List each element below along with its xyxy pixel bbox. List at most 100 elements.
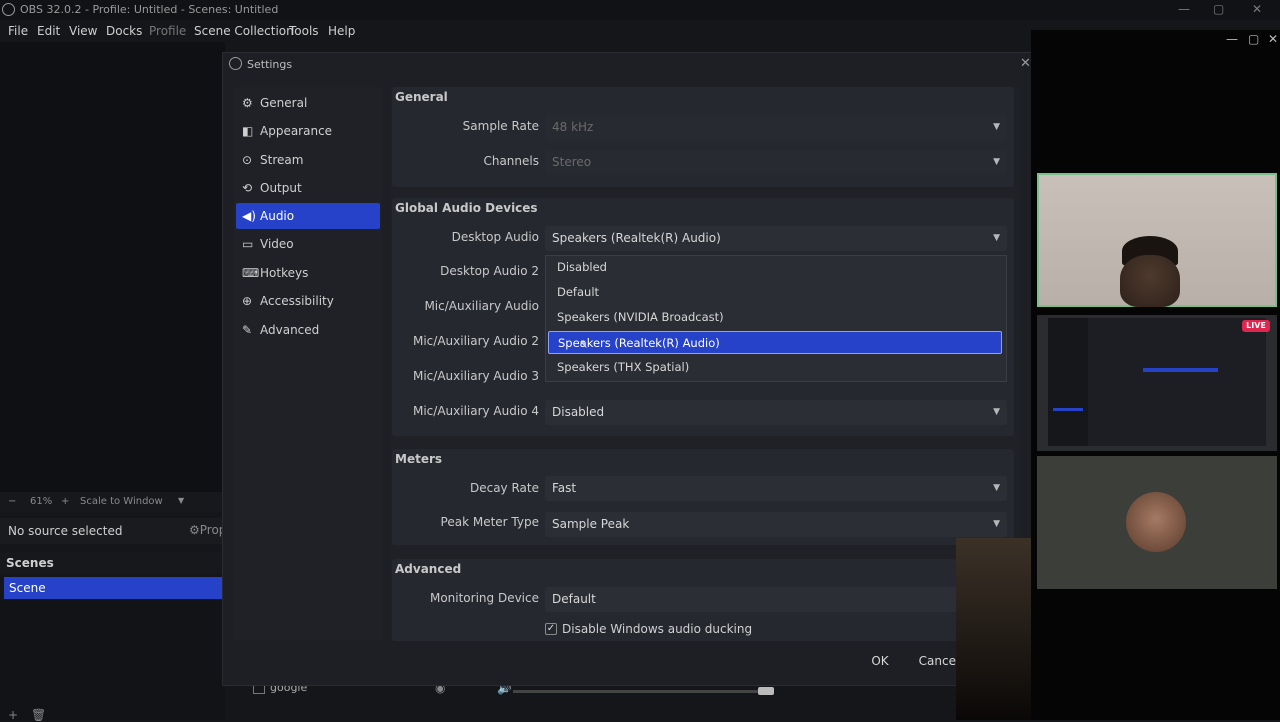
accessibility-icon: ⊕ [242, 294, 253, 308]
sample-rate-label: Sample Rate [462, 119, 539, 133]
maximize-icon[interactable]: ▢ [1248, 32, 1259, 46]
monitoring-device-label: Monitoring Device [429, 591, 539, 605]
desktop-audio-label: Desktop Audio [451, 230, 539, 244]
chevron-down-icon: ▼ [993, 519, 1000, 529]
appearance-icon: ◧ [242, 124, 254, 138]
close-icon[interactable]: ✕ [1268, 32, 1278, 46]
nav-label: Stream [260, 153, 304, 167]
scale-mode-select[interactable]: Scale to Window [80, 496, 163, 507]
menu-docks[interactable]: Docks [106, 24, 142, 38]
monitoring-device-select[interactable]: Default [545, 587, 957, 612]
nav-hotkeys[interactable]: ⌨ Hotkeys [236, 260, 380, 286]
chevron-down-icon: ▼ [993, 157, 1000, 167]
volume-slider[interactable] [513, 690, 773, 693]
volume-slider-handle[interactable] [758, 687, 774, 695]
menu-view[interactable]: View [69, 24, 97, 38]
zoom-out-button[interactable]: − [8, 496, 16, 507]
nav-video[interactable]: ▭ Video [236, 231, 380, 257]
nav-label: General [260, 96, 308, 110]
close-icon[interactable]: ✕ [1252, 2, 1262, 16]
decay-rate-label: Decay Rate [469, 481, 539, 495]
zoom-in-button[interactable]: + [61, 496, 69, 507]
speaker-icon: ◀) [242, 209, 256, 223]
properties-button[interactable]: ⚙Prop [189, 523, 226, 537]
menu-help[interactable]: Help [328, 24, 355, 38]
menu-tools[interactable]: Tools [289, 24, 319, 38]
scenes-title: Scenes [6, 556, 54, 570]
scene-name: Scene [9, 581, 46, 595]
monitoring-device-value: Default [552, 592, 596, 606]
monitor-icon: ▭ [242, 237, 254, 251]
zoom-level: 61% [30, 496, 53, 507]
nav-label: Hotkeys [260, 266, 309, 280]
scene-list-item[interactable]: Scene [4, 577, 223, 599]
nav-label: Appearance [260, 124, 333, 138]
window-title: OBS 32.0.2 - Profile: Untitled - Scenes:… [20, 3, 279, 16]
section-title-meters: Meters [395, 452, 443, 466]
menu-edit[interactable]: Edit [37, 24, 60, 38]
no-source-label: No source selected [8, 524, 123, 538]
stream-icon: ⊙ [242, 153, 253, 167]
peak-meter-value: Sample Peak [552, 517, 630, 531]
desktop-audio-value: Speakers (Realtek(R) Audio) [552, 231, 721, 245]
chevron-down-icon: ▼ [993, 122, 1000, 132]
nav-advanced[interactable]: ✎ Advanced [236, 317, 380, 343]
minimize-icon[interactable]: — [1178, 2, 1190, 16]
keyboard-icon: ⌨ [242, 266, 260, 280]
decay-rate-value: Fast [552, 481, 577, 495]
nav-appearance[interactable]: ◧ Appearance [236, 118, 380, 144]
participant-face [1120, 255, 1180, 307]
dialog-close-button[interactable]: ✕ [1020, 56, 1031, 71]
chevron-down-icon: ▼ [993, 483, 1000, 493]
dialog-title: Settings [247, 58, 293, 71]
section-title-advanced: Advanced [395, 562, 462, 576]
dropdown-option[interactable]: Speakers (THX Spatial) [548, 356, 1002, 379]
obs-logo-icon [2, 3, 15, 16]
chevron-down-icon: ▼ [993, 407, 1000, 417]
ducking-label: Disable Windows audio ducking [562, 622, 753, 636]
dropdown-option-selected[interactable]: Speakers (Realtek(R) Audio) [548, 331, 1002, 354]
peak-meter-select[interactable]: Sample Peak ▼ [545, 512, 1007, 537]
nav-audio[interactable]: ◀) Audio [236, 203, 380, 229]
avatar [1126, 492, 1186, 552]
webcam-overlay [956, 538, 1031, 720]
nav-label: Video [260, 237, 294, 251]
sources-dock: google ◉ 🔊 [225, 680, 1025, 720]
channels-select[interactable]: Stereo ▼ [545, 150, 1007, 175]
nav-label: Output [260, 181, 302, 195]
nav-label: Advanced [260, 323, 320, 337]
nav-label: Accessibility [260, 294, 334, 308]
mic-aux-3-label: Mic/Auxiliary Audio 3 [412, 369, 539, 383]
menu-scene-collection[interactable]: Scene Collection [194, 24, 294, 38]
menu-profile[interactable]: Profile [149, 24, 186, 38]
maximize-icon[interactable]: ▢ [1213, 2, 1224, 16]
sample-rate-select[interactable]: 48 kHz ▼ [545, 115, 1007, 140]
menu-file[interactable]: File [8, 24, 28, 38]
mic-aux-4-value: Disabled [552, 405, 605, 419]
gear-icon: ⚙ [189, 523, 200, 537]
mouse-cursor-icon: ↖ [579, 338, 589, 351]
output-icon: ⟲ [242, 181, 253, 195]
preview-area[interactable] [0, 42, 225, 492]
nav-stream[interactable]: ⊙ Stream [236, 147, 380, 173]
minimize-icon[interactable]: — [1226, 32, 1238, 46]
ok-button[interactable]: OK [858, 649, 902, 673]
dropdown-option[interactable]: Disabled [548, 256, 1002, 279]
desktop-audio-select[interactable]: Speakers (Realtek(R) Audio) ▼ [545, 226, 1007, 251]
decay-rate-select[interactable]: Fast ▼ [545, 476, 1007, 501]
mic-aux-4-select[interactable]: Disabled ▼ [545, 400, 1007, 425]
dropdown-option[interactable]: Speakers (NVIDIA Broadcast) [548, 306, 1002, 329]
nav-accessibility[interactable]: ⊕ Accessibility [236, 288, 380, 314]
nav-output[interactable]: ⟲ Output [236, 175, 380, 201]
wrench-icon: ✎ [242, 323, 253, 337]
ducking-checkbox[interactable]: ✓ [545, 623, 557, 635]
gear-icon: ⚙ [242, 96, 253, 110]
nav-general[interactable]: ⚙ General [236, 90, 380, 116]
section-title-general: General [395, 90, 448, 104]
sample-rate-value: 48 kHz [552, 120, 594, 134]
desktop-audio-2-label: Desktop Audio 2 [440, 264, 539, 278]
dropdown-option[interactable]: Default [548, 281, 1002, 304]
thumbnail-highlight [1143, 368, 1218, 372]
mic-aux-4-label: Mic/Auxiliary Audio 4 [412, 404, 539, 418]
peak-meter-label: Peak Meter Type [440, 515, 539, 529]
